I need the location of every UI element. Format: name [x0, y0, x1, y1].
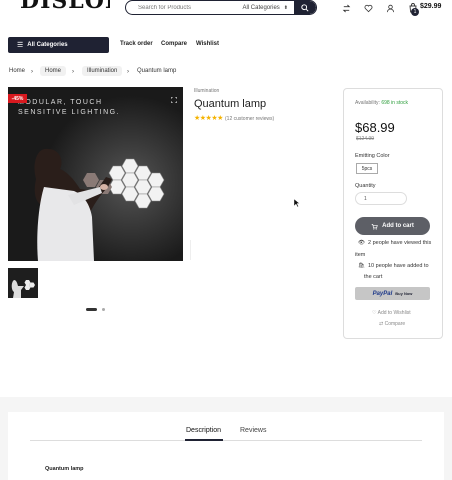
viewed-info: 👁 2 people have viewed this — [358, 240, 431, 246]
viewed-text-cont: item — [355, 252, 366, 258]
paypal-label: Buy Now — [395, 291, 413, 296]
added-info: 🛍 10 people have added to — [358, 263, 429, 269]
breadcrumb-current: Quantum lamp — [137, 68, 177, 74]
chevron-right-icon: › — [31, 69, 33, 75]
viewed-text: 2 people have viewed this — [367, 240, 432, 246]
search-input[interactable] — [126, 1, 243, 14]
tab-description[interactable]: Description — [186, 427, 221, 434]
heart-icon[interactable] — [362, 2, 374, 14]
image-caption: MODULAR, TOUCH SENSITIVE LIGHTING. — [18, 98, 120, 118]
chevron-right-icon: › — [127, 69, 129, 75]
description-title: Quantum lamp — [45, 466, 84, 472]
add-to-cart-label: Add to cart — [382, 223, 414, 229]
slider-dot[interactable] — [102, 308, 105, 311]
quantity-value: 1 — [364, 195, 367, 202]
zoom-icon[interactable] — [170, 90, 178, 104]
add-to-wishlist-link[interactable]: ♡ Add to Wishlist — [372, 310, 411, 316]
cart-total[interactable]: $29.99 — [420, 3, 441, 10]
color-label: Emitting Color — [355, 153, 390, 159]
search-bar: All Categories ⬍ — [125, 0, 317, 15]
cart-icon — [371, 223, 378, 230]
breadcrumb-home-2[interactable]: Home — [40, 66, 67, 76]
site-logo[interactable]: DISLOBA — [20, 0, 110, 14]
thumbnail-photo — [8, 268, 38, 298]
add-to-cart-button[interactable]: Add to cart — [355, 217, 430, 235]
added-text: 10 people have added to — [367, 263, 429, 269]
all-categories-label: All Categories — [27, 42, 68, 48]
search-icon — [301, 3, 309, 12]
quantity-label: Quantity — [355, 183, 376, 189]
paypal-logo: PayPal — [372, 290, 393, 297]
chevron-right-icon: › — [72, 69, 74, 75]
nav-link-compare[interactable]: Compare — [161, 41, 187, 47]
user-icon[interactable] — [384, 2, 396, 14]
product-category[interactable]: Illumination — [194, 88, 219, 94]
tabs-divider — [30, 440, 422, 441]
nav-link-track-order[interactable]: Track order — [120, 41, 153, 47]
wishlist-label: Add to Wishlist — [377, 310, 411, 316]
mouse-cursor-icon — [293, 194, 301, 208]
paypal-button[interactable]: PayPal Buy Now — [355, 287, 430, 300]
product-thumbnail[interactable] — [8, 268, 38, 298]
quantity-input[interactable]: 1 — [355, 192, 407, 205]
cart-count-badge: 1 — [411, 8, 419, 16]
select-arrows-icon: ⬍ — [283, 4, 288, 11]
sale-badge: -45% — [8, 94, 27, 103]
rating-stars: ★★★★★ — [194, 115, 223, 122]
search-button[interactable] — [294, 1, 316, 14]
product-title: Quantum lamp — [194, 98, 267, 110]
slider-dot-active[interactable] — [86, 308, 97, 311]
availability-label: Availability: — [355, 100, 380, 106]
availability: Availability: 698 in stock — [355, 100, 408, 106]
breadcrumb-home[interactable]: Home — [9, 68, 25, 74]
cart-emoji-icon: 🛍 — [358, 263, 365, 269]
logo-text: DISLOBA — [20, 0, 110, 14]
divider — [190, 240, 191, 260]
product-old-price: $124.99 — [356, 136, 375, 142]
tab-reviews[interactable]: Reviews — [240, 427, 266, 434]
compare-icon[interactable] — [340, 2, 352, 14]
color-option-5pcs[interactable]: 5pcs — [356, 163, 378, 174]
eye-icon: 👁 — [358, 240, 365, 246]
review-count-link[interactable]: (12 customer reviews) — [225, 116, 274, 122]
search-category-select[interactable]: All Categories ⬍ — [242, 5, 294, 11]
compare-link[interactable]: ⇄ Compare — [379, 321, 405, 327]
image-caption-line: SENSITIVE LIGHTING. — [18, 109, 121, 116]
nav-link-wishlist[interactable]: Wishlist — [196, 41, 219, 47]
image-caption-line: MODULAR, TOUCH — [18, 99, 103, 106]
product-price: $68.99 — [355, 120, 395, 135]
menu-icon: ☰ — [17, 42, 24, 49]
availability-value: 698 in stock — [381, 100, 408, 106]
product-main-image[interactable]: MODULAR, TOUCH SENSITIVE LIGHTING. — [8, 87, 183, 261]
added-text-cont: the cart — [364, 274, 383, 280]
breadcrumb-category[interactable]: Illumination — [82, 66, 123, 76]
all-categories-button[interactable]: ☰ All Categories — [8, 37, 109, 53]
search-category-label: All Categories — [242, 4, 280, 11]
tab-active-indicator — [185, 439, 223, 441]
compare-label: Compare — [384, 321, 406, 327]
